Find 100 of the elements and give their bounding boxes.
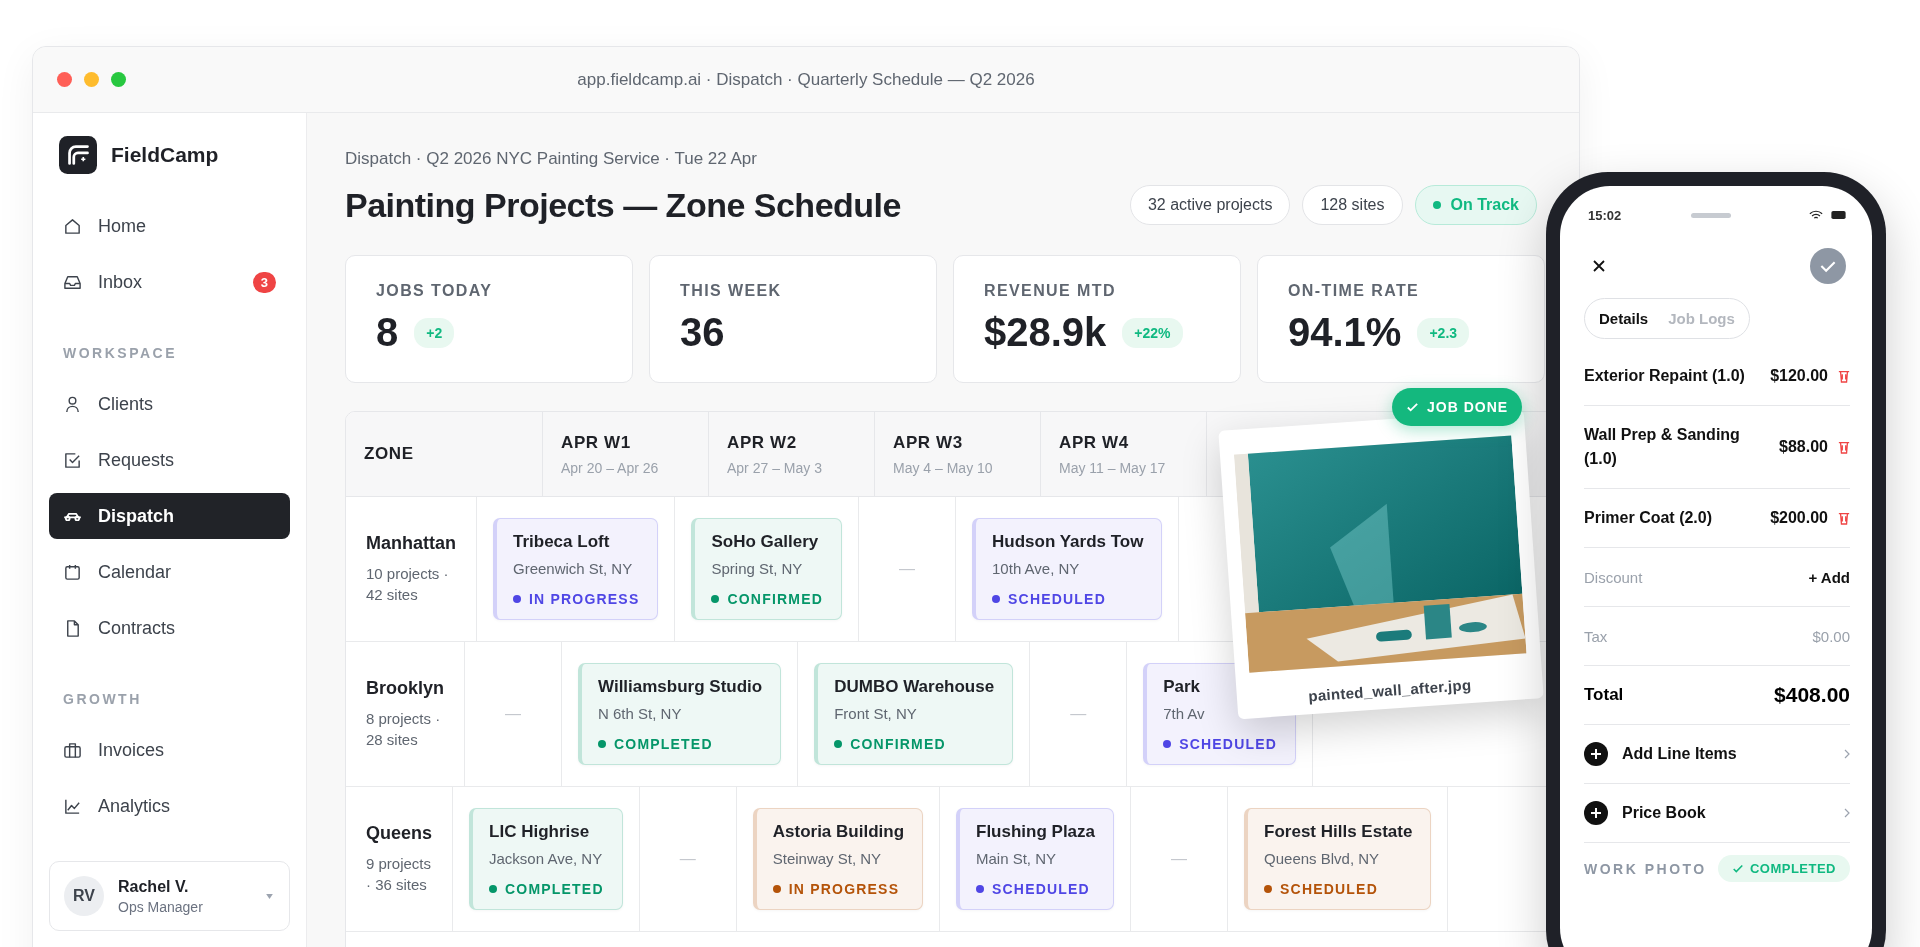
photo-caption: painted_wall_after.jpg: [1307, 676, 1472, 705]
job-card[interactable]: Tribeca Loft Greenwich St, NY IN PROGRESS: [493, 518, 659, 620]
job-title: Tribeca Loft: [513, 532, 611, 552]
job-card[interactable]: SoHo Gallery Spring St, NY CONFIRMED: [691, 518, 843, 620]
delta-badge: +2.3: [1417, 317, 1470, 348]
total-label: Total: [1584, 685, 1624, 705]
job-address: Steinway St, NY: [772, 850, 883, 867]
empty-dash: —: [1171, 850, 1188, 868]
stat-label: THIS WEEK: [680, 282, 783, 300]
empty-dash: —: [1070, 705, 1087, 723]
job-address: 10th Ave, NY: [992, 560, 1081, 577]
count-pill: 32 active projects: [1129, 185, 1291, 225]
completed-badge: COMPLETED: [1717, 855, 1850, 882]
week-label: APR W4: [1059, 432, 1130, 453]
close-icon[interactable]: [1592, 259, 1606, 273]
zone-meta: 8 projects · 28 sites: [366, 709, 442, 750]
trash-icon[interactable]: [1838, 369, 1850, 383]
line-item-name: Wall Prep & Sanding (1.0): [1584, 425, 1741, 469]
minimize-window-dot[interactable]: [84, 72, 99, 87]
sidebar-item[interactable]: Analytics: [49, 783, 290, 829]
line-item-price: $120.00: [1770, 367, 1828, 385]
week-dates: Apr 27 – May 3: [727, 459, 823, 476]
job-card[interactable]: Williamsburg Studio N 6th St, NY COMPLETED: [578, 663, 782, 765]
car-icon: [63, 511, 82, 521]
job-card[interactable]: LIC Highrise Jackson Ave, NY COMPLETED: [469, 808, 623, 910]
check-icon: [63, 450, 82, 470]
home-icon: [63, 216, 82, 236]
zone-name: Manhattan: [366, 533, 456, 554]
status-label: CONFIRMED: [850, 736, 946, 752]
job-title: Park: [1163, 677, 1202, 697]
add-discount-link[interactable]: + Add: [1808, 568, 1850, 586]
job-title: Hudson Yards Tow: [992, 532, 1144, 552]
action-row[interactable]: Price Book: [1584, 784, 1850, 843]
total-value: $408.00: [1774, 683, 1850, 707]
caret-icon: [266, 893, 273, 899]
job-card[interactable]: Flushing Plaza Main St, NY SCHEDULED: [956, 808, 1115, 910]
wifi-icon: [1809, 209, 1823, 221]
action-row[interactable]: Add Line Items: [1584, 725, 1850, 784]
status-label: IN PROGRESS: [788, 881, 900, 897]
notch-bar: [1691, 212, 1731, 218]
job-title: Flushing Plaza: [976, 822, 1096, 842]
job-card[interactable]: DUMBO Warehouse Front St, NY CONFIRMED: [814, 663, 1014, 765]
zone-meta: 10 projects · 42 sites: [366, 564, 450, 605]
sidebar-item[interactable]: Dispatch: [49, 493, 290, 539]
sidebar-item[interactable]: Clients: [49, 381, 290, 427]
line-item-price: $200.00: [1770, 509, 1828, 527]
job-title: Astoria Building: [772, 822, 904, 842]
stat-value: 8: [376, 310, 399, 355]
sidebar-item[interactable]: Requests: [49, 437, 290, 483]
trash-icon[interactable]: [1838, 440, 1850, 454]
tax-label: Tax: [1584, 627, 1608, 645]
status-time: 15:02: [1588, 207, 1622, 223]
count-pill: 128 sites: [1302, 185, 1403, 225]
calendar-icon: [63, 562, 82, 582]
status-label: On Track: [1450, 196, 1519, 214]
sidebar-item[interactable]: Inbox 3: [49, 259, 290, 305]
zone-name: Brooklyn: [366, 678, 444, 699]
job-card[interactable]: Hudson Yards Tow 10th Ave, NY SCHEDULED: [972, 518, 1163, 620]
breadcrumb: Dispatch · Q2 2026 NYC Painting Service · Tue 22 Apr: [345, 149, 758, 169]
brand-name: FieldCamp: [111, 143, 219, 167]
week-dates: May 11 – May 17: [1059, 459, 1167, 476]
job-address: 7th Av: [1163, 705, 1206, 722]
chevron-icon: [1844, 808, 1850, 818]
line-item-name: Exterior Repaint (1.0): [1584, 366, 1746, 386]
stat-label: JOBS TODAY: [376, 282, 494, 300]
sidebar-item[interactable]: Contracts: [49, 605, 290, 651]
stat-label: REVENUE MTD: [984, 282, 1117, 300]
job-card[interactable]: Forest Hills Estate Queens Blvd, NY SCHEDULED: [1244, 808, 1432, 910]
window-title: app.fieldcamp.ai · Dispatch · Quarterly Schedule — Q2 2026: [577, 69, 1035, 90]
person-icon: [63, 394, 82, 414]
page-title: Painting Projects — Zone Schedule: [345, 185, 901, 225]
user-card[interactable]: RV Rachel V. Ops Manager: [49, 861, 290, 931]
stat-value: 36: [680, 310, 725, 355]
chevron-icon: [1844, 749, 1850, 759]
job-card[interactable]: Astoria Building Steinway St, NY IN PROGRESS: [752, 808, 923, 910]
close-window-dot[interactable]: [57, 72, 72, 87]
zone-meta: 9 projects · 36 sites: [366, 854, 433, 895]
plus-circle-icon: [1584, 801, 1608, 825]
user-role: Ops Manager: [118, 898, 204, 915]
stat-label: ON-TIME RATE: [1288, 282, 1421, 300]
job-address: Spring St, NY: [711, 560, 804, 577]
zone-header: ZONE: [364, 444, 415, 464]
job-address: Front St, NY: [834, 705, 918, 722]
logo-icon: [59, 136, 97, 174]
status-label: SCHEDULED: [992, 881, 1090, 897]
section-heading: WORKSPACE: [62, 344, 179, 363]
status-label: SCHEDULED: [1280, 881, 1378, 897]
user-name: Rachel V.: [118, 877, 190, 896]
job-title: SoHo Gallery: [711, 532, 820, 552]
sidebar-item[interactable]: Home: [49, 203, 290, 249]
maximize-window-dot[interactable]: [111, 72, 126, 87]
tab[interactable]: Details: [1599, 310, 1649, 327]
sidebar-item[interactable]: Calendar: [49, 549, 290, 595]
check-circle-icon[interactable]: [1810, 248, 1846, 284]
sidebar-item[interactable]: Invoices: [49, 727, 290, 773]
trash-icon[interactable]: [1838, 511, 1850, 525]
job-address: N 6th St, NY: [598, 705, 683, 722]
status-label: COMPLETED: [505, 881, 604, 897]
check-icon: [1731, 862, 1744, 875]
week-label: APR W2: [727, 432, 798, 453]
